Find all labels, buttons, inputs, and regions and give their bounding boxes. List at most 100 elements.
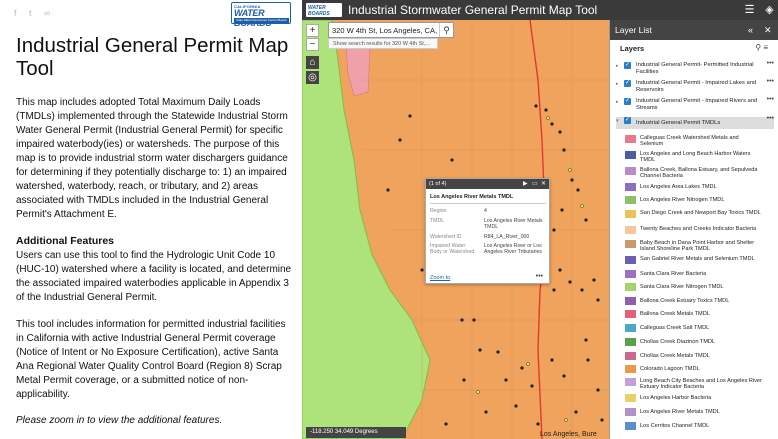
twitter-icon[interactable]: t [29, 9, 37, 18]
header-logo-text: WATER BOARDS [308, 5, 330, 17]
features-text: Users can use this tool to find the Hydr… [16, 250, 292, 303]
layer-item[interactable]: ▸ ✓ Industrial General Permit- Permitted… [616, 60, 774, 76]
legend-label: Santa Clara River Nitrogen TMDL [640, 284, 724, 290]
popup-key: TMDL [430, 218, 445, 224]
dock-icon[interactable]: ▭ [532, 179, 538, 189]
search-box: ⚲ [328, 22, 454, 38]
close-icon[interactable]: ✕ [541, 179, 546, 189]
home-button[interactable]: ⌂ [306, 56, 319, 69]
zoom-out-button[interactable]: − [306, 38, 319, 51]
collapse-icon[interactable]: ▾ [616, 118, 619, 125]
logo-line-3: State Water Resources Control Board [234, 18, 289, 23]
popup-divider [430, 203, 546, 204]
legend-label: Ballona Creek Metals TMDL [640, 311, 710, 317]
legend-swatch [625, 196, 636, 204]
description-text: This map includes adopted Total Maximum … [16, 97, 288, 220]
facebook-icon[interactable]: f [14, 9, 22, 18]
legend-label: Los Angeles Area Lakes TMDL [640, 184, 717, 190]
legend-swatch [625, 352, 636, 360]
legend-swatch [625, 226, 636, 234]
page-title: Industrial General Permit Map Tool [16, 34, 289, 80]
collapse-icon[interactable]: « [748, 20, 753, 40]
popup-value: 4 [484, 208, 487, 214]
checkbox-icon[interactable]: ✓ [624, 62, 631, 69]
zoom-to-link[interactable]: Zoom to [430, 275, 450, 281]
map-title: Industrial Stormwater General Permit Map… [348, 3, 598, 17]
legend-label: Ballona Creek, Ballona Estuary, and Sepu… [640, 167, 758, 180]
close-panel-icon[interactable]: ✕ [764, 20, 772, 40]
legend-label: Chollas Creek Diazinon TMDL [640, 339, 716, 345]
popup-header: (1 of 4) ▶ ▭ ✕ [426, 179, 549, 189]
checkbox-icon[interactable]: ✓ [624, 98, 631, 105]
coordinate-readout: -118.250 34.049 Degrees [306, 427, 406, 438]
map-header: WATER BOARDS Industrial Stormwater Gener… [302, 0, 778, 20]
legend-label: Twenty Beaches and Creeks Indicator Bact… [640, 226, 757, 232]
layer-item-selected[interactable]: ▾ ✓ Industrial General Permit TMDLs ••• [616, 115, 774, 129]
legend-swatch [625, 324, 636, 332]
search-icon[interactable]: ⚲ [439, 23, 453, 37]
popup-value: Los Angeles River or Los Angeles River T… [484, 243, 542, 256]
layer-options-icon[interactable]: ••• [767, 115, 774, 123]
layer-label: Industrial General Permit - Impaired Riv… [636, 98, 758, 111]
filter-icon[interactable]: ≡ [763, 43, 768, 52]
share-bar: f t ∞ [14, 9, 52, 18]
layer-label: Industrial General Permit - Impaired Lak… [636, 80, 757, 93]
legend-swatch [625, 338, 636, 346]
legend-label: San Diego Creek and Newport Bay Toxics T… [640, 210, 761, 216]
tool-text: This tool includes information for permi… [16, 319, 286, 400]
legend-label: Baby Beach in Dana Point Harbor and Shel… [640, 240, 755, 253]
popup-counter: (1 of 4) [429, 181, 447, 187]
features-heading: Additional Features [16, 235, 115, 247]
legend-label: Ballona Creek Estuary Toxics TMDL [640, 298, 730, 304]
legend-swatch [625, 297, 636, 305]
info-panel: f t ∞ CALIFORNIA WATER BOARDS State Wate… [0, 0, 300, 439]
feature-popup: (1 of 4) ▶ ▭ ✕ Los Angeles River Metals … [425, 178, 550, 284]
checkbox-icon[interactable]: ✓ [624, 117, 631, 124]
legend-swatch [625, 283, 636, 291]
link-icon[interactable]: ∞ [44, 9, 52, 18]
layer-list-header: Layer List « ✕ [610, 20, 778, 40]
layers-icon[interactable]: ◈ [763, 4, 776, 16]
expand-icon[interactable]: ▸ [616, 99, 619, 106]
layer-options-icon[interactable]: ••• [767, 60, 774, 68]
legend-swatch [625, 394, 636, 402]
legend-swatch [625, 365, 636, 373]
popup-key: Region [430, 208, 447, 214]
expand-icon[interactable]: ▸ [616, 63, 619, 70]
legend-swatch [625, 422, 636, 430]
legend-label: Los Angeles River Metals TMDL [640, 409, 720, 415]
next-feature-icon[interactable]: ▶ [523, 179, 528, 189]
locate-button[interactable]: ◎ [306, 71, 319, 84]
water-boards-logo: CALIFORNIA WATER BOARDS State Water Reso… [231, 2, 291, 28]
legend-label: Calleguas Creek Watershed Metals and Sel… [640, 135, 739, 148]
layer-item[interactable]: ▸ ✓ Industrial General Permit - Impaired… [616, 78, 774, 94]
layer-label: Industrial General Permit TMDLs [636, 120, 721, 126]
layer-options-icon[interactable]: ••• [767, 78, 774, 86]
legend-swatch [625, 151, 636, 159]
legend-label: Chollas Creek Metals TMDL [640, 353, 710, 359]
layer-options-icon[interactable]: ••• [767, 96, 774, 104]
legend-label: San Gabriel River Metals and Selenium TM… [640, 256, 755, 262]
list-icon[interactable]: ☰ [743, 4, 756, 16]
zoom-note: Please zoom in to view the additional fe… [16, 415, 223, 426]
popup-key: Impaired Water Body or Watershed [430, 243, 475, 256]
more-menu-icon[interactable]: ••• [536, 273, 543, 280]
expand-icon[interactable]: ▸ [616, 81, 619, 88]
header-logo: WATER BOARDS [306, 3, 342, 17]
legend-swatch [625, 183, 636, 191]
zoom-in-button[interactable]: + [306, 24, 319, 37]
search-input[interactable] [329, 23, 439, 37]
layer-item[interactable]: ▸ ✓ Industrial General Permit - Impaired… [616, 96, 774, 112]
legend-label: Los Angeles Harbor Bacteria [640, 395, 712, 401]
legend-label: Los Cerritos Channel TMDL [640, 423, 710, 429]
legend-label: Los Angeles River Nitrogen TMDL [640, 197, 725, 203]
search-suggestion[interactable]: Show search results for 320 W 4th St,... [328, 38, 438, 49]
layer-tools: ⚲ ≡ [755, 43, 768, 52]
legend-label: Santa Clara River Bacteria [640, 271, 707, 277]
legend-swatch [625, 310, 636, 318]
search-icon[interactable]: ⚲ [755, 43, 761, 52]
layer-list-title: Layer List [615, 25, 652, 35]
popup-value: R84_LA_River_000 [484, 234, 530, 240]
layer-list-panel: Layer List « ✕ Layers ⚲ ≡ ▸ ✓ Industrial… [609, 20, 778, 439]
checkbox-icon[interactable]: ✓ [624, 80, 631, 87]
